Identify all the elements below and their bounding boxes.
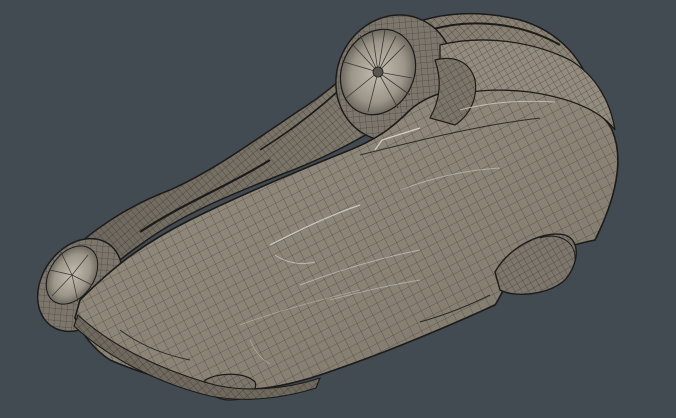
car-wireframe-render — [36, 12, 619, 401]
render-viewport — [0, 0, 676, 418]
